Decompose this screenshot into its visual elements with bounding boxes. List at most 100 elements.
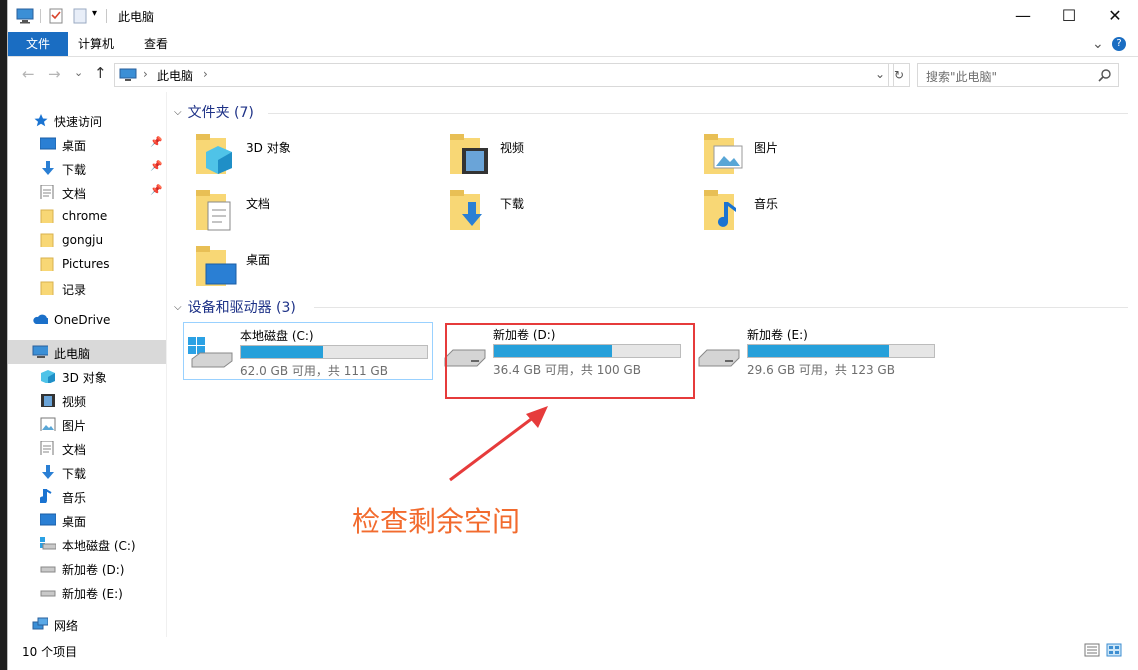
3d-folder-icon xyxy=(196,134,232,174)
breadcrumb-arrow-icon[interactable]: › xyxy=(203,67,208,81)
section-title: 设备和驱动器 (3) xyxy=(187,300,296,316)
nav-item-3d-objects[interactable]: 3D 对象 xyxy=(8,364,166,388)
close-button[interactable]: ✕ xyxy=(1092,0,1138,30)
nav-label: 新加卷 (E:) xyxy=(62,587,123,601)
nav-item-downloads[interactable]: 下载 xyxy=(8,460,166,484)
drive-icon xyxy=(40,590,56,597)
folder-music[interactable]: 音乐 xyxy=(702,188,952,238)
nav-label: 桌面 xyxy=(62,139,87,153)
nav-label: chrome xyxy=(62,209,108,223)
nav-label: Pictures xyxy=(62,257,110,271)
section-title: 文件夹 (7) xyxy=(187,105,254,121)
drives-section-header[interactable]: ⌵ 设备和驱动器 (3) xyxy=(174,296,296,318)
nav-item-pictures[interactable]: 图片 xyxy=(8,412,166,436)
pin-icon[interactable]: 📌 xyxy=(150,161,162,172)
pin-icon[interactable]: 📌 xyxy=(150,137,162,148)
properties-icon[interactable] xyxy=(48,7,64,25)
folder-downloads[interactable]: 下载 xyxy=(448,188,698,238)
nav-label: 此电脑 xyxy=(54,347,91,361)
up-button[interactable]: ↑ xyxy=(94,64,107,82)
breadcrumb-arrow-icon[interactable]: › xyxy=(143,67,148,81)
folder-label: 文档 xyxy=(246,197,271,211)
tab-file[interactable]: 文件 xyxy=(8,32,68,56)
minimize-button[interactable]: — xyxy=(1000,0,1046,30)
nav-label: 新加卷 (D:) xyxy=(62,563,125,577)
video-folder-icon xyxy=(450,134,488,174)
nav-item-drive-e[interactable]: 新加卷 (E:) xyxy=(8,580,166,604)
search-icon[interactable] xyxy=(1098,68,1112,82)
collapse-ribbon-chevron-icon[interactable]: ⌄ xyxy=(1092,32,1104,56)
pin-icon[interactable]: 📌 xyxy=(150,185,162,196)
nav-item-downloads-pinned[interactable]: 下载 📌 xyxy=(8,156,166,180)
drive-name: 本地磁盘 (C:) xyxy=(240,329,314,343)
address-dropdown-icon[interactable]: ⌄ xyxy=(875,67,885,81)
drive-icon xyxy=(698,349,740,367)
computer-icon xyxy=(32,345,48,358)
nav-item-music[interactable]: 音乐 xyxy=(8,484,166,508)
nav-item-drive-d[interactable]: 新加卷 (D:) xyxy=(8,556,166,580)
recent-locations-chevron-icon[interactable]: ⌄ xyxy=(74,66,83,79)
nav-label: 网络 xyxy=(54,619,79,633)
nav-label: 音乐 xyxy=(62,491,87,505)
drive-usage-bar xyxy=(747,344,935,358)
refresh-button[interactable]: ↻ xyxy=(888,63,910,87)
large-icons-view-icon[interactable] xyxy=(1106,643,1122,657)
new-folder-icon[interactable] xyxy=(72,7,88,25)
drive-tile-c[interactable]: 本地磁盘 (C:) 62.0 GB 可用，共 111 GB xyxy=(183,322,433,380)
item-count: 10 个项目 xyxy=(22,645,78,659)
nav-item-network[interactable]: 网络 xyxy=(8,612,166,636)
nav-label: 图片 xyxy=(62,419,87,433)
customize-qa-chevron-icon[interactable]: ▾ xyxy=(92,8,97,26)
music-folder-icon xyxy=(704,190,736,230)
nav-item-chrome[interactable]: chrome xyxy=(8,204,166,228)
nav-item-documents[interactable]: 文档 xyxy=(8,436,166,460)
nav-item-records[interactable]: 记录 xyxy=(8,276,166,300)
nav-item-desktop-pinned[interactable]: 桌面 📌 xyxy=(8,132,166,156)
folder-label: 音乐 xyxy=(754,197,779,211)
folders-section-header[interactable]: ⌵ 文件夹 (7) xyxy=(174,101,254,123)
nav-item-videos[interactable]: 视频 xyxy=(8,388,166,412)
drive-tile-e[interactable]: 新加卷 (E:) 29.6 GB 可用，共 123 GB xyxy=(691,322,939,378)
ribbon-tabs: 文件 计算机 查看 ⌄ ? xyxy=(8,32,1138,57)
nav-label: gongju xyxy=(62,233,104,247)
nav-item-pictures-folder[interactable]: Pictures xyxy=(8,252,166,276)
drive-space-info: 62.0 GB 可用，共 111 GB xyxy=(240,364,388,378)
tab-view[interactable]: 查看 xyxy=(144,32,168,56)
breadcrumb-this-pc[interactable]: 此电脑 xyxy=(157,67,193,84)
download-folder-icon xyxy=(450,190,482,230)
nav-item-documents-pinned[interactable]: 文档 📌 xyxy=(8,180,166,204)
back-button[interactable]: ← xyxy=(22,65,35,83)
search-input[interactable]: 搜索"此电脑" xyxy=(917,63,1119,87)
nav-label: 本地磁盘 (C:) xyxy=(62,539,136,553)
desktop-icon xyxy=(40,513,56,526)
tab-computer[interactable]: 计算机 xyxy=(78,32,114,56)
section-divider xyxy=(314,307,1128,308)
drive-name: 新加卷 (E:) xyxy=(747,328,808,342)
drive-space-info: 29.6 GB 可用，共 123 GB xyxy=(747,363,895,377)
computer-icon xyxy=(119,68,137,81)
status-bar: 10 个项目 xyxy=(8,638,1138,662)
window-title: 此电脑 xyxy=(118,10,155,24)
address-bar[interactable]: › 此电脑 › ⌄ xyxy=(114,63,894,87)
help-icon[interactable]: ? xyxy=(1112,37,1126,51)
nav-item-drive-c[interactable]: 本地磁盘 (C:) xyxy=(8,532,166,556)
nav-item-desktop[interactable]: 桌面 xyxy=(8,508,166,532)
collapse-chevron-icon[interactable]: ⌵ xyxy=(174,107,182,118)
document-icon xyxy=(40,185,54,199)
folder-desktop[interactable]: 桌面 xyxy=(194,244,444,294)
nav-item-onedrive[interactable]: OneDrive xyxy=(8,308,166,332)
details-view-icon[interactable] xyxy=(1084,643,1100,657)
maximize-button[interactable]: ☐ xyxy=(1046,0,1092,30)
nav-item-this-pc[interactable]: 此电脑 xyxy=(8,340,166,364)
qa-divider xyxy=(40,9,41,23)
folder-documents[interactable]: 文档 xyxy=(194,188,444,238)
folder-pictures[interactable]: 图片 xyxy=(702,132,952,182)
nav-item-quick-access[interactable]: 快速访问 xyxy=(8,108,166,132)
folder-videos[interactable]: 视频 xyxy=(448,132,698,182)
annotation-arrow-icon xyxy=(449,406,548,482)
collapse-chevron-icon[interactable]: ⌵ xyxy=(174,302,182,313)
forward-button[interactable]: → xyxy=(48,65,61,83)
folder-3d-objects[interactable]: 3D 对象 xyxy=(194,132,444,182)
nav-item-gongju[interactable]: gongju xyxy=(8,228,166,252)
nav-label: 文档 xyxy=(62,187,87,201)
